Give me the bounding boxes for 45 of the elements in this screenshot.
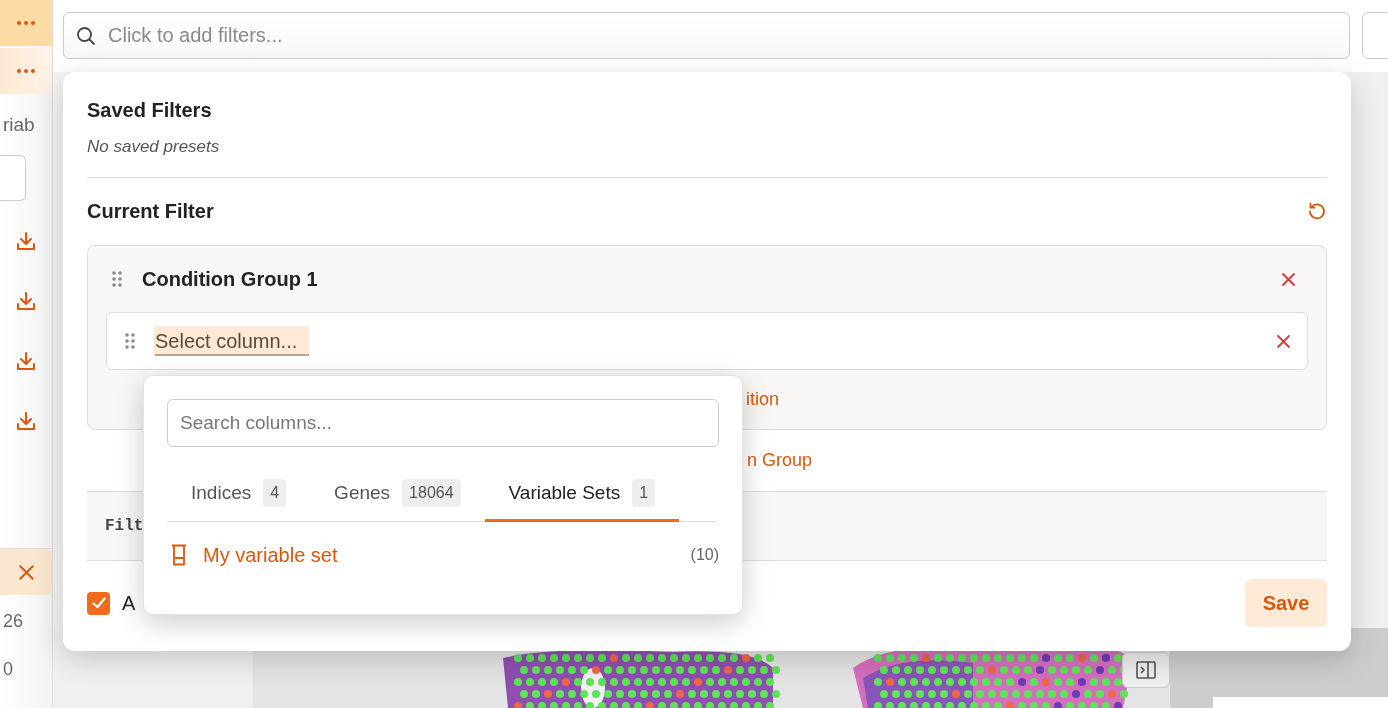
count-badge: 18064 (402, 478, 461, 507)
panel-button[interactable] (1122, 652, 1170, 688)
group-title: Condition Group 1 (142, 267, 319, 292)
count-badge: 1 (632, 478, 656, 507)
panel-icon (1136, 661, 1156, 679)
count-text: (10) (690, 546, 719, 564)
more-icon (16, 20, 36, 26)
column-select[interactable]: Select column... (155, 326, 310, 356)
value-text: 26 (3, 610, 25, 633)
close-icon (1276, 333, 1291, 349)
filter-search-field[interactable]: Click to add filters... (63, 12, 1350, 59)
check-icon (91, 597, 106, 609)
value-text: 0 (3, 658, 14, 681)
drag-handle-icon (112, 271, 122, 287)
checkbox[interactable] (87, 591, 110, 615)
download-icon (16, 411, 36, 431)
close-button[interactable] (0, 549, 52, 595)
tab[interactable]: Indices 4 (167, 466, 311, 522)
label-text: riab (3, 113, 36, 137)
drag-handle-icon (125, 333, 135, 349)
close-icon (1281, 271, 1296, 287)
tab[interactable]: Genes 18064 (310, 466, 485, 522)
search-icon (76, 26, 96, 46)
more-icon (16, 68, 36, 74)
count-badge: 4 (263, 478, 287, 507)
download-icon (16, 291, 36, 311)
list-item[interactable]: My variable set (10) (167, 522, 719, 588)
tab[interactable]: Variable Sets 1 (484, 466, 680, 522)
input-field[interactable] (0, 155, 26, 201)
section-title: Current Filter (87, 199, 214, 224)
checkbox-label: A (122, 591, 136, 615)
download-icon (16, 351, 36, 371)
download-icon (16, 231, 36, 251)
remove-button[interactable] (1281, 271, 1296, 287)
add-condition-link[interactable]: ition (746, 388, 780, 410)
reset-button[interactable] (1307, 201, 1327, 221)
empty-message: No saved presets (87, 136, 221, 158)
reset-icon (1307, 201, 1327, 221)
remove-button[interactable] (1276, 333, 1291, 349)
close-icon (17, 563, 35, 581)
expression-text: Filt (105, 517, 144, 535)
column-search-field[interactable]: Search columns... (167, 399, 719, 447)
bucket-icon (171, 544, 187, 566)
section-title: Saved Filters (87, 98, 213, 123)
add-group-link[interactable]: n Group (747, 449, 813, 471)
